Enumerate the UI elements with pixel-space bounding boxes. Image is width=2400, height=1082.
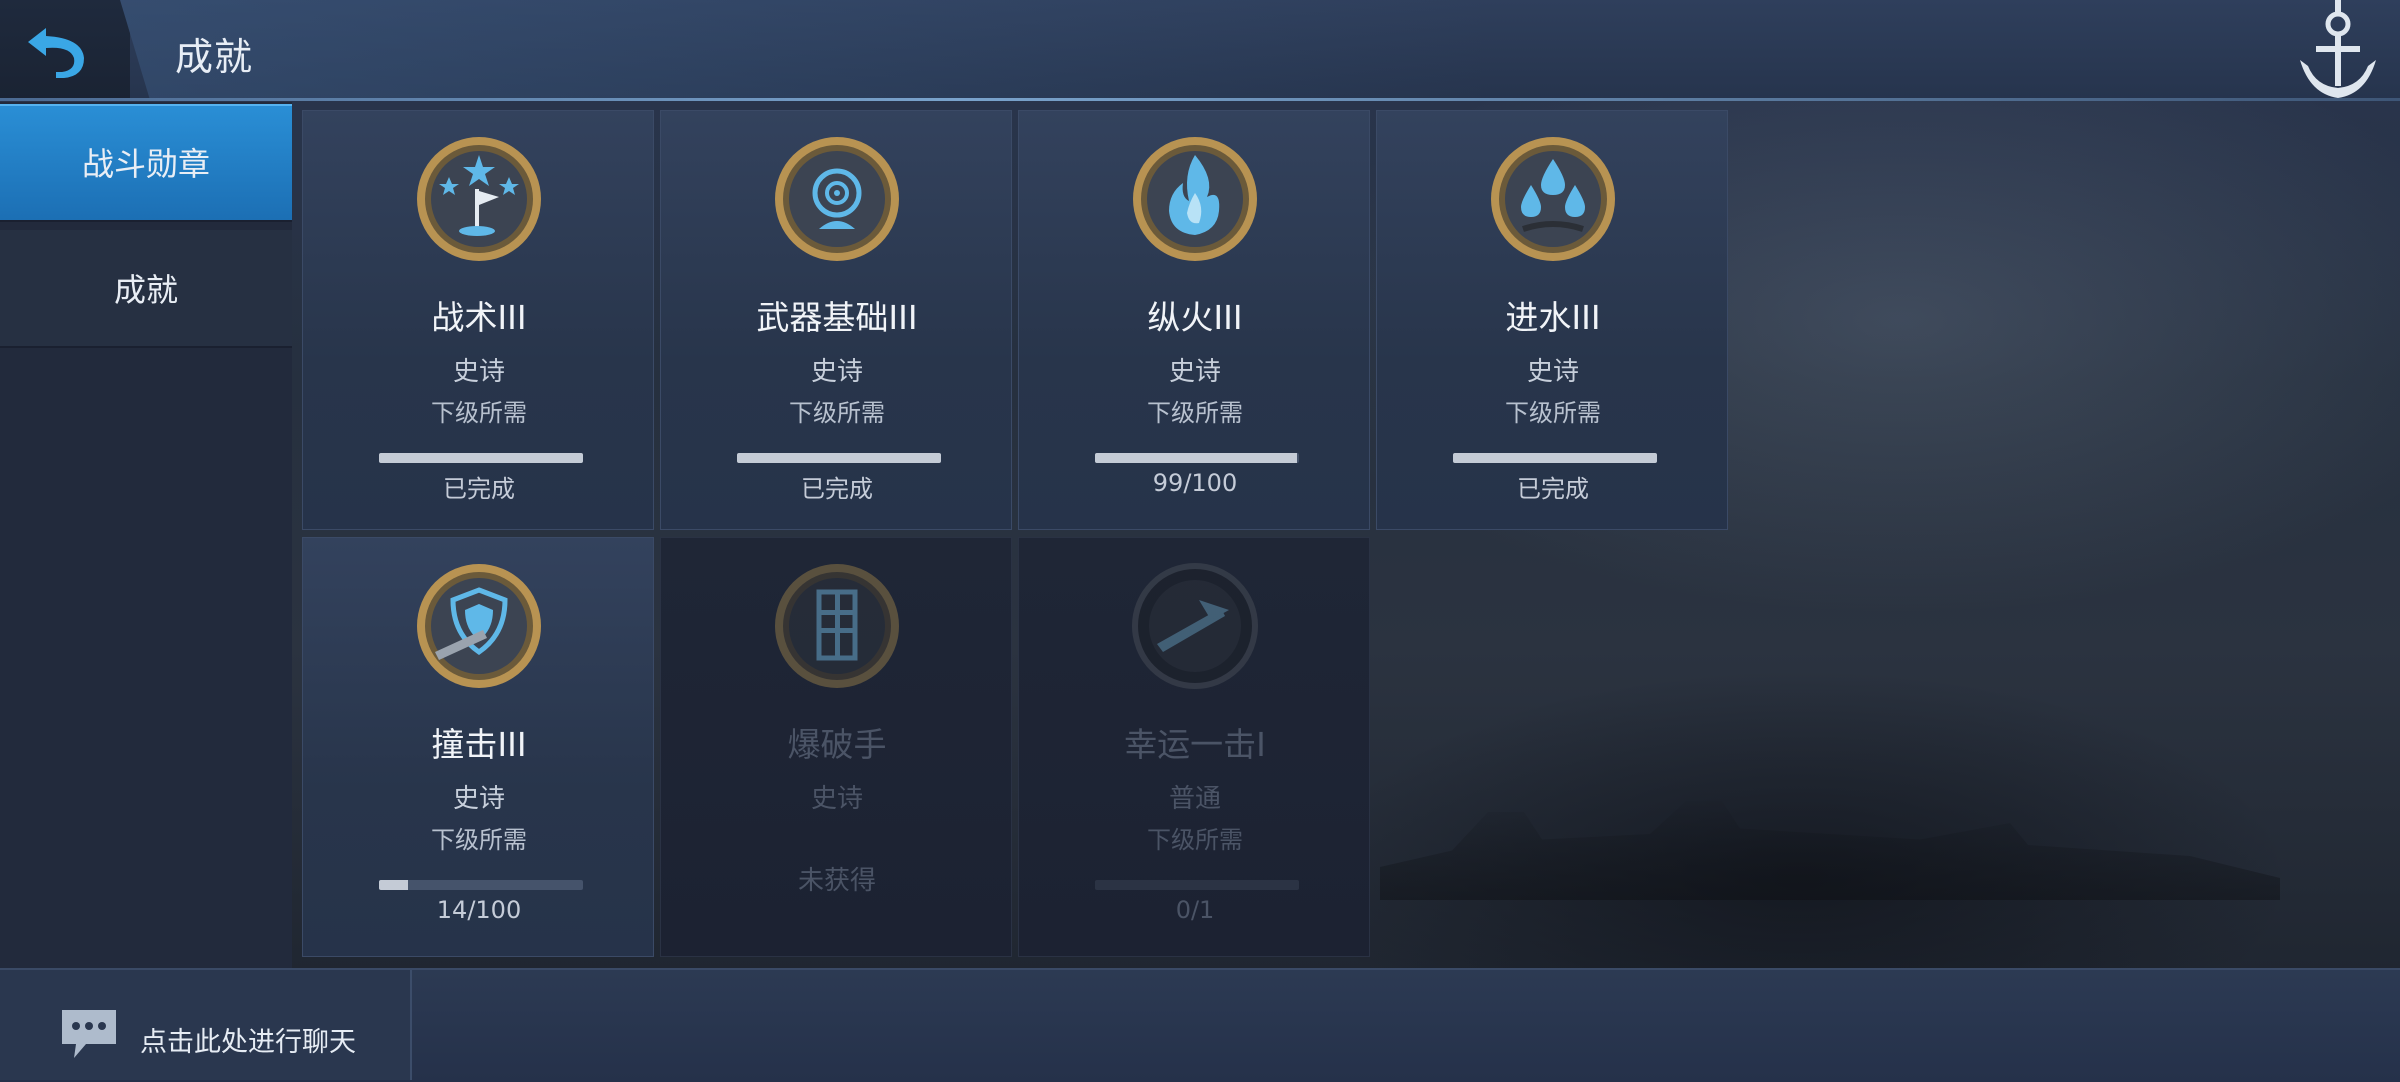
sidebar: 战斗勋章 成就 (0, 102, 292, 968)
header-accent (120, 0, 2400, 100)
medal-next-label: 下级所需 (431, 826, 527, 854)
medal-progress-text: 14/100 (436, 896, 522, 924)
chat-bubble-icon (62, 1010, 116, 1058)
torpedo-medal-icon (775, 564, 899, 688)
top-header: 成就 (0, 0, 2400, 100)
sidebar-item-label: 成就 (113, 271, 178, 309)
medal-rarity: 史诗 (1168, 357, 1221, 387)
anchor-icon[interactable] (2290, 0, 2386, 104)
medal-progress-bar (379, 453, 583, 463)
medal-rarity: 史诗 (810, 357, 863, 387)
medal-next-label: 下级所需 (789, 399, 885, 427)
medal-progress-fill (379, 880, 408, 890)
medal-name: 战术III (431, 298, 527, 337)
sidebar-item-battle-medals[interactable]: 战斗勋章 (0, 104, 292, 222)
medal-next-label: 下级所需 (431, 399, 527, 427)
medal-card[interactable]: 纵火III 史诗 下级所需 99/100 (1018, 110, 1370, 530)
medal-progress-fill (379, 453, 583, 463)
medal-rarity: 史诗 (810, 784, 863, 814)
chat-placeholder: 点击此处进行聊天 (140, 1027, 356, 1058)
medal-card-locked[interactable]: 幸运一击I 普通 下级所需 0/1 (1018, 537, 1370, 957)
medal-progress-text: 已完成 (801, 475, 873, 503)
medal-progress-bar (379, 880, 583, 890)
medal-progress-text: 已完成 (443, 475, 515, 503)
back-arrow-icon (28, 28, 84, 78)
medal-progress-bar (1095, 880, 1299, 890)
water-drops-medal-icon (1491, 137, 1615, 261)
medal-name: 撞击III (431, 725, 527, 764)
medal-status-locked: 未获得 (797, 866, 876, 896)
medal-rarity: 史诗 (1526, 357, 1579, 387)
medal-progress-bar (737, 453, 941, 463)
medal-card[interactable]: 进水III 史诗 下级所需 已完成 (1376, 110, 1728, 530)
fire-medal-icon (1133, 137, 1257, 261)
chat-input-button[interactable]: 点击此处进行聊天 (0, 970, 412, 1080)
target-medal-icon (775, 137, 899, 261)
lucky-strike-medal-icon (1132, 563, 1258, 689)
medal-name: 武器基础III (756, 298, 918, 337)
medal-next-label: 下级所需 (1147, 399, 1243, 427)
medal-progress-bar (1453, 453, 1657, 463)
medal-progress-fill (1453, 453, 1657, 463)
medal-rarity: 史诗 (452, 784, 505, 814)
medal-name: 爆破手 (787, 725, 887, 764)
medal-next-label: 下级所需 (1505, 399, 1601, 427)
sidebar-item-achievements[interactable]: 成就 (0, 230, 292, 348)
medal-name: 纵火III (1147, 298, 1243, 337)
medal-rarity: 普通 (1168, 784, 1221, 814)
medal-card-locked[interactable]: 爆破手 史诗 未获得 (660, 537, 1012, 957)
medal-progress-fill (1095, 453, 1297, 463)
sidebar-item-label: 战斗勋章 (81, 145, 210, 183)
ram-shield-medal-icon (417, 564, 541, 688)
header-divider (0, 98, 2400, 101)
medal-next-label: 下级所需 (1147, 826, 1243, 854)
flag-stars-medal-icon (417, 137, 541, 261)
medal-name: 幸运一击I (1124, 725, 1266, 764)
medal-name: 进水III (1505, 298, 1601, 337)
medal-progress-text: 99/100 (1152, 469, 1238, 497)
medal-progress-text: 已完成 (1517, 475, 1589, 503)
medal-card[interactable]: 武器基础III 史诗 下级所需 已完成 (660, 110, 1012, 530)
medal-card[interactable]: 撞击III 史诗 下级所需 14/100 (302, 537, 654, 957)
medal-rarity: 史诗 (452, 357, 505, 387)
page-title: 成就 (175, 35, 254, 79)
medal-progress-bar (1095, 453, 1299, 463)
medal-card[interactable]: 战术III 史诗 下级所需 已完成 (302, 110, 654, 530)
medal-progress-text: 0/1 (1175, 896, 1215, 924)
back-button[interactable] (0, 0, 130, 100)
medal-progress-fill (737, 453, 941, 463)
